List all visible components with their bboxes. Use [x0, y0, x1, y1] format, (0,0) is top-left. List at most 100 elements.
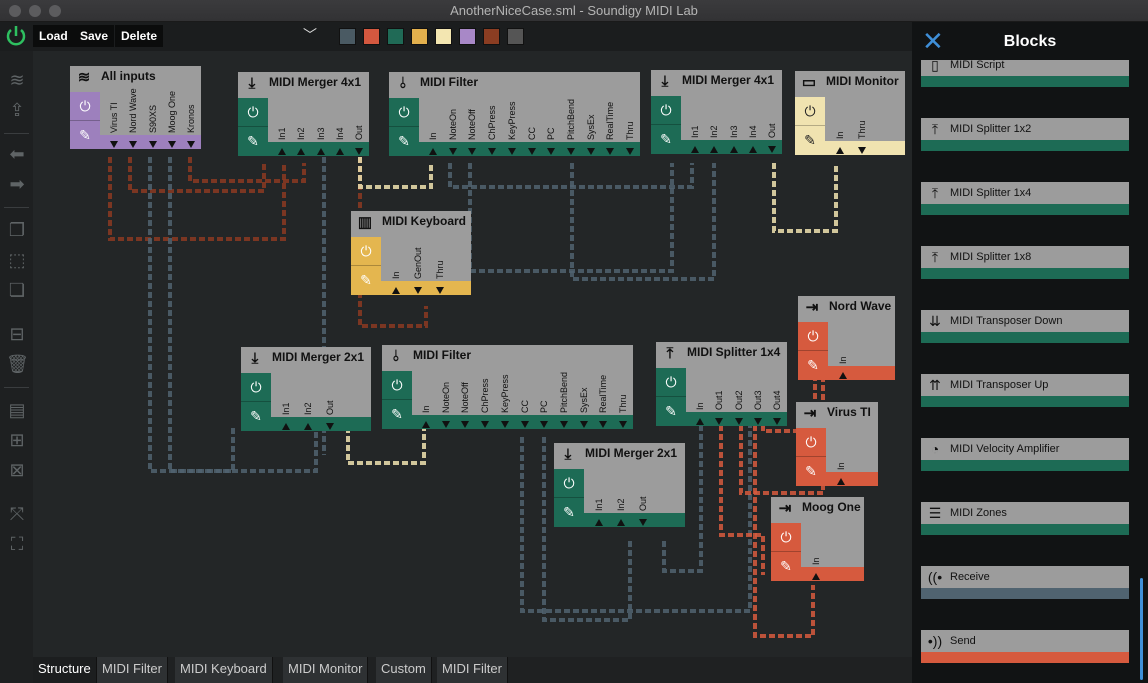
output-port[interactable]	[129, 141, 138, 148]
block-virus-ti[interactable]: ⇥ Virus TI ⏻ ✎ In	[796, 402, 878, 486]
power-icon[interactable]: ⏻	[795, 97, 825, 125]
tab-structure[interactable]: Structure	[33, 657, 97, 683]
trash-icon[interactable]: 🗑	[6, 353, 29, 375]
input-port[interactable]	[392, 287, 400, 294]
power-icon[interactable]: ⏻	[771, 523, 801, 551]
connection-wire[interactable]	[168, 157, 235, 473]
power-icon[interactable]: ⏻	[656, 368, 686, 396]
output-port[interactable]	[414, 287, 422, 294]
connection-wire[interactable]	[358, 157, 433, 189]
load-button[interactable]: Load	[33, 25, 74, 47]
color-swatch[interactable]	[483, 28, 500, 45]
undo-arrow-icon[interactable]: ⬅	[6, 143, 28, 165]
edit-pencil-icon[interactable]: ✎	[382, 399, 412, 427]
rename-icon[interactable]: ⊟	[6, 323, 28, 345]
output-port[interactable]	[547, 148, 556, 155]
block-header[interactable]: ⤓ MIDI Merger 4x1	[238, 72, 369, 94]
block-palette-item[interactable]: ⤒ MIDI Splitter 1x8	[921, 246, 1129, 279]
add-box-icon[interactable]: ⊞	[6, 429, 28, 451]
output-port[interactable]	[753, 418, 762, 425]
block-palette-item[interactable]: ⤒ MIDI Splitter 1x2	[921, 118, 1129, 151]
input-port[interactable]	[617, 519, 625, 526]
power-icon[interactable]: ⏻	[241, 373, 271, 401]
color-swatch[interactable]	[363, 28, 380, 45]
blocks-list[interactable]: ▯ MIDI Script ⤒ MIDI Splitter 1x2 ⤒ MIDI Spli…	[921, 60, 1129, 683]
color-swatch[interactable]	[387, 28, 404, 45]
input-port[interactable]	[812, 573, 820, 580]
edit-pencil-icon[interactable]: ✎	[796, 456, 826, 484]
block-palette-item[interactable]: •)) Send	[921, 630, 1129, 663]
input-port[interactable]	[839, 372, 847, 379]
input-port[interactable]	[729, 146, 738, 153]
fit-icon[interactable]: ⛶	[6, 533, 28, 555]
output-port[interactable]	[579, 421, 588, 428]
color-swatch[interactable]	[435, 28, 452, 45]
edit-pencil-icon[interactable]: ✎	[238, 126, 268, 154]
output-port[interactable]	[355, 148, 364, 155]
power-icon[interactable]: ⏻	[798, 322, 828, 350]
output-port[interactable]	[626, 148, 635, 155]
input-port[interactable]	[748, 146, 757, 153]
input-port[interactable]	[297, 148, 306, 155]
structure-canvas[interactable]: ≋ All inputs ⏻ ✎ Virus TI Nord Wave S90XS Moog …	[33, 51, 912, 657]
input-port[interactable]	[421, 421, 430, 428]
select-area-icon[interactable]: ⬚	[6, 249, 28, 271]
output-port[interactable]	[599, 421, 608, 428]
block-nord-wave[interactable]: ⇥ Nord Wave ⏻ ✎ In	[798, 296, 895, 380]
color-swatch[interactable]	[459, 28, 476, 45]
edit-pencil-icon[interactable]: ✎	[351, 265, 381, 293]
delete-button[interactable]: Delete	[115, 25, 164, 47]
tab-midi-monitor[interactable]: MIDI Monitor	[283, 657, 369, 683]
edit-pencil-icon[interactable]: ✎	[70, 120, 100, 148]
output-port[interactable]	[773, 418, 782, 425]
block-midi-monitor[interactable]: ▭ MIDI Monitor ⏻ ✎ In Thru	[795, 71, 905, 155]
output-port[interactable]	[461, 421, 470, 428]
preset-select[interactable]: ﹀	[169, 25, 325, 47]
edit-pencil-icon[interactable]: ✎	[656, 396, 686, 424]
block-midi-merger-2x1[interactable]: ⤓ MIDI Merger 2x1 ⏻ ✎ In1 In2 Out	[554, 443, 685, 527]
edit-pencil-icon[interactable]: ✎	[389, 126, 419, 154]
block-header[interactable]: ≋ All inputs	[70, 66, 201, 88]
output-port[interactable]	[586, 148, 595, 155]
output-port[interactable]	[468, 148, 477, 155]
output-port[interactable]	[858, 147, 866, 154]
input-port[interactable]	[304, 423, 312, 430]
remove-box-icon[interactable]: ⊠	[6, 459, 28, 481]
blocks-scrollbar[interactable]	[1140, 578, 1143, 680]
power-icon[interactable]: ⏻	[382, 371, 412, 399]
connection-wire[interactable]	[188, 157, 306, 183]
color-swatch[interactable]	[339, 28, 356, 45]
edit-pencil-icon[interactable]: ✎	[554, 497, 584, 525]
redo-arrow-icon[interactable]: ➡	[6, 173, 28, 195]
output-port[interactable]	[606, 148, 615, 155]
power-icon[interactable]: ⏻	[238, 98, 268, 126]
output-port[interactable]	[520, 421, 529, 428]
color-swatch[interactable]	[411, 28, 428, 45]
connection-wire[interactable]	[772, 163, 838, 233]
block-all-inputs[interactable]: ≋ All inputs ⏻ ✎ Virus TI Nord Wave S90XS Moog …	[70, 66, 201, 149]
block-midi-splitter-1x4[interactable]: ⤒ MIDI Splitter 1x4 ⏻ ✎ In Out1 Out2 Out3 Out4	[656, 342, 787, 426]
block-palette-item[interactable]: ☰ MIDI Zones	[921, 502, 1129, 535]
power-icon[interactable]: ⏻	[651, 96, 681, 124]
output-port[interactable]	[148, 141, 157, 148]
output-port[interactable]	[527, 148, 536, 155]
block-midi-merger-4x1[interactable]: ⤓ MIDI Merger 4x1 ⏻ ✎ In1 In2 In3 In4 Out	[238, 72, 369, 156]
input-port[interactable]	[282, 423, 290, 430]
input-port[interactable]	[695, 418, 704, 425]
output-port[interactable]	[481, 421, 490, 428]
export-icon[interactable]: ⇪	[6, 99, 28, 121]
block-midi-filter[interactable]: ⫰ MIDI Filter ⏻ ✎ In NoteOn NoteOff ChPress KeyP…	[389, 72, 640, 156]
tab-midi-filter[interactable]: MIDI Filter	[437, 657, 508, 683]
input-port[interactable]	[335, 148, 344, 155]
power-icon[interactable]	[4, 24, 28, 48]
output-port[interactable]	[715, 418, 724, 425]
block-palette-item[interactable]: ((• Receive	[921, 566, 1129, 599]
input-port[interactable]	[836, 147, 844, 154]
output-port[interactable]	[109, 141, 118, 148]
tab-midi-keyboard[interactable]: MIDI Keyboard	[175, 657, 273, 683]
input-port[interactable]	[316, 148, 325, 155]
output-port[interactable]	[326, 423, 334, 430]
block-header[interactable]: ⫰ MIDI Filter	[389, 72, 640, 94]
power-icon[interactable]: ⏻	[796, 428, 826, 456]
output-port[interactable]	[540, 421, 549, 428]
